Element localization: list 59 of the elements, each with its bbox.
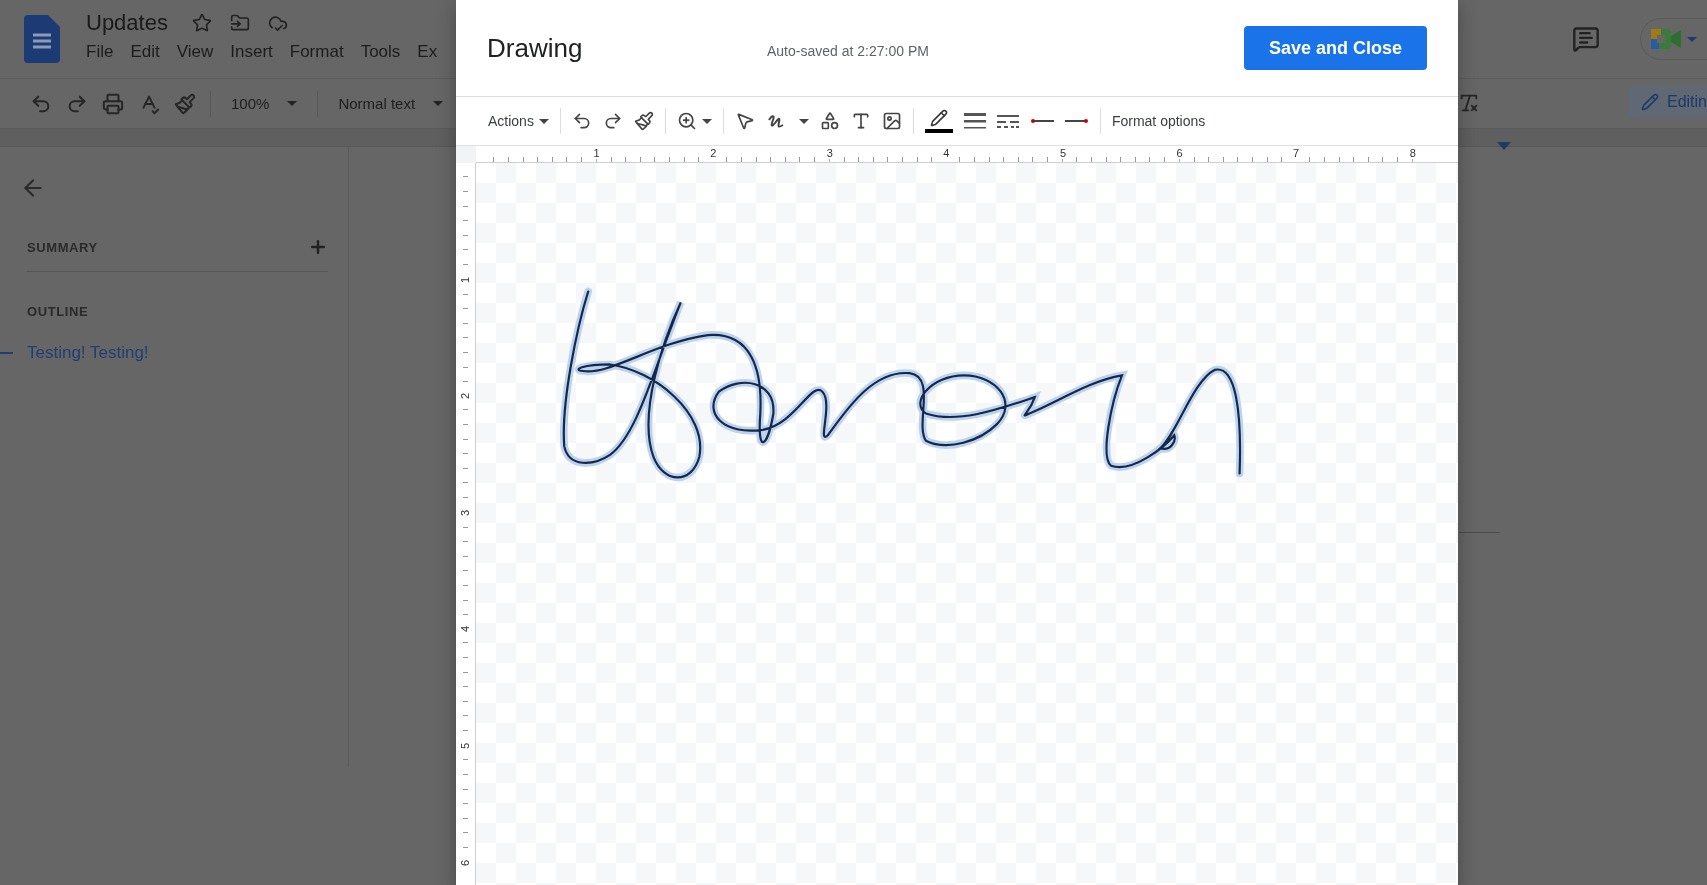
ruler-number: 4 [459,624,472,635]
comments-icon[interactable] [1572,25,1600,53]
ruler-number: 1 [591,146,602,159]
summary-heading: SUMMARY [27,239,98,255]
zoom-menu[interactable] [676,111,712,131]
dialog-title: Drawing [487,32,584,64]
move-folder-icon[interactable] [229,13,250,33]
menu-item[interactable]: View [176,42,214,62]
docs-logo-icon[interactable] [24,15,60,63]
ruler-corner [456,146,476,163]
ruler-number: 5 [1057,146,1069,159]
ruler-number: 7 [1291,146,1302,159]
ruler-number: 3 [459,507,472,518]
ruler-number: 4 [941,146,952,159]
menu-item[interactable]: Tools [360,42,401,62]
line-end-icon[interactable] [1064,117,1089,125]
indent-marker-icon[interactable] [1497,142,1511,150]
editing-mode-button[interactable]: Editin [1628,86,1707,118]
handwritten-scribble[interactable] [560,287,1244,482]
ruler-number: 3 [824,146,835,159]
menu-item[interactable]: Edit [130,42,160,62]
ruler-number: 6 [459,857,472,868]
ruler-number: 2 [708,146,719,159]
autosave-status: Auto-saved at 2:27:00 PM [767,43,929,59]
ruler-number: 1 [459,274,472,285]
print-icon[interactable] [102,92,124,115]
ruler-number: 5 [459,740,472,752]
star-icon[interactable] [191,13,212,33]
menu-item[interactable]: Ex [417,42,438,62]
save-and-close-button[interactable]: Save and Close [1243,26,1427,70]
outline-item[interactable]: Testing! Testing! [27,343,149,363]
menu-item[interactable]: File [86,42,114,62]
menu-item[interactable]: Insert [230,42,273,62]
outline-heading: OUTLINE [27,304,89,319]
ruler-number: 2 [459,391,472,402]
pointer-icon[interactable] [734,111,755,131]
actions-menu[interactable]: Actions [488,113,549,129]
video-camera-icon [1651,27,1683,51]
undo-icon[interactable] [571,111,592,131]
format-options-button[interactable]: Format options [1111,113,1206,129]
ruler-number: 6 [1174,146,1185,159]
cloud-check-icon[interactable] [267,13,288,33]
document-title[interactable]: Updates [86,10,168,36]
line-dash-icon[interactable] [996,113,1019,129]
pencil-icon [929,109,948,127]
shapes-icon[interactable] [819,111,840,131]
line-start-icon[interactable] [1029,117,1054,125]
clear-formatting-icon[interactable] [1458,92,1480,114]
paint-format-icon[interactable] [633,111,654,131]
add-icon[interactable] [308,237,328,257]
menu-item[interactable]: Format [289,42,344,62]
pencil-icon [1640,93,1659,111]
line-weight-icon[interactable] [963,112,986,130]
line-color-tool[interactable] [924,109,953,133]
image-icon[interactable] [881,111,902,131]
style-select[interactable]: Normal text [332,95,450,112]
ruler-number: 8 [1407,146,1418,159]
zoom-select[interactable]: 100% [225,95,304,112]
editing-label: Editin [1666,93,1707,111]
